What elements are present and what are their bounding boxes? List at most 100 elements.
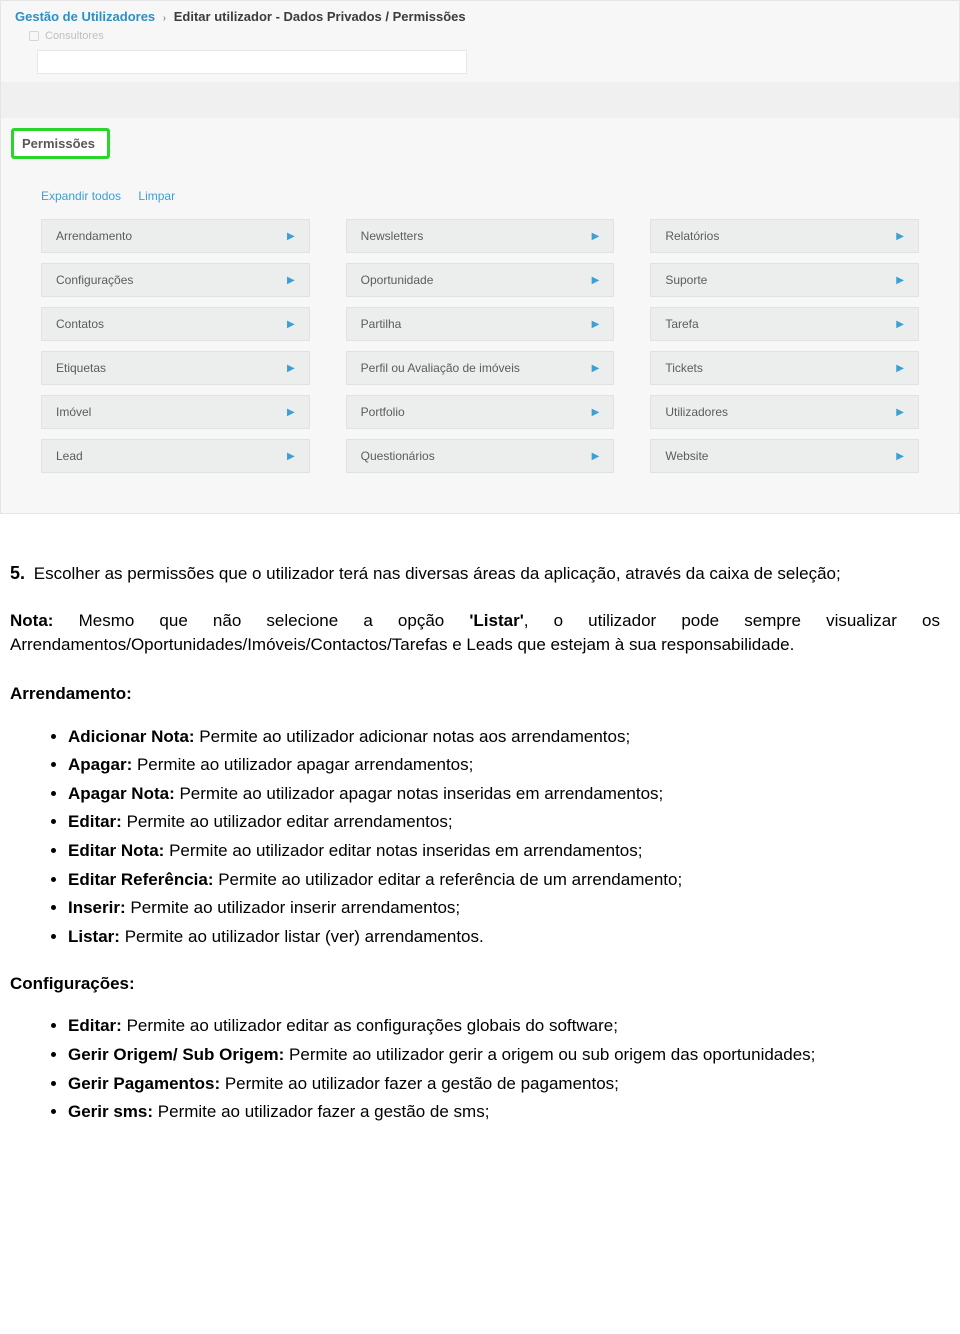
perm-item-arrendamento[interactable]: Arrendamento ▶ [41,219,310,253]
perm-item-configuracoes[interactable]: Configurações ▶ [41,263,310,297]
perm-item-contatos[interactable]: Contatos ▶ [41,307,310,341]
step-5: 5. Escolher as permissões que o utilizad… [10,560,940,587]
item-text: Permite ao utilizador editar a referênci… [214,870,683,889]
clear-link[interactable]: Limpar [138,189,175,203]
chevron-right-icon: ▶ [287,231,295,242]
perm-label: Oportunidade [361,273,434,287]
item-text: Permite ao utilizador editar arrendament… [122,812,453,831]
list-item: Editar Nota: Permite ao utilizador edita… [68,839,940,864]
item-text: Permite ao utilizador editar notas inser… [164,841,642,860]
perm-item-tarefa[interactable]: Tarefa ▶ [650,307,919,341]
perm-item-tickets[interactable]: Tickets ▶ [650,351,919,385]
perm-label: Partilha [361,317,402,331]
expand-all-link[interactable]: Expandir todos [41,189,121,203]
note-before: Mesmo que não selecione a opção [53,611,469,630]
note: Nota: Mesmo que não selecione a opção 'L… [10,609,940,658]
item-bold: Editar: [68,1016,122,1035]
item-bold: Editar Referência: [68,870,214,889]
breadcrumb-current: Editar utilizador - Dados Privados / Per… [174,9,466,24]
chevron-right-icon: ▶ [592,363,600,374]
perm-item-etiquetas[interactable]: Etiquetas ▶ [41,351,310,385]
item-text: Permite ao utilizador adicionar notas ao… [195,727,631,746]
list-item: Inserir: Permite ao utilizador inserir a… [68,896,940,921]
breadcrumb: Gestão de Utilizadores › Editar utilizad… [1,1,959,30]
list-item: Adicionar Nota: Permite ao utilizador ad… [68,725,940,750]
perm-label: Arrendamento [56,229,132,243]
perm-label: Website [665,449,708,463]
document-body: 5. Escolher as permissões que o utilizad… [0,514,960,1149]
item-text: Permite ao utilizador apagar notas inser… [175,784,664,803]
chevron-right-icon: ▶ [896,319,904,330]
perm-label: Etiquetas [56,361,106,375]
perm-label: Perfil ou Avaliação de imóveis [361,361,520,375]
chevron-right-icon: ▶ [896,451,904,462]
perm-item-lead[interactable]: Lead ▶ [41,439,310,473]
item-bold: Inserir: [68,898,126,917]
permissions-grid: Arrendamento ▶ Newsletters ▶ Relatórios … [1,213,959,473]
chevron-right-icon: ▶ [287,407,295,418]
item-text: Permite ao utilizador gerir a origem ou … [284,1045,815,1064]
step-text: Escolher as permissões que o utilizador … [29,564,841,583]
list-item: Editar: Permite ao utilizador editar as … [68,1014,940,1039]
note-quoted: 'Listar' [469,611,523,630]
perm-item-relatorios[interactable]: Relatórios ▶ [650,219,919,253]
section-configuracoes-list: Editar: Permite ao utilizador editar as … [10,1014,940,1125]
item-text: Permite ao utilizador editar as configur… [122,1016,618,1035]
perm-item-website[interactable]: Website ▶ [650,439,919,473]
spacer [1,82,959,118]
list-item: Editar Referência: Permite ao utilizador… [68,868,940,893]
item-text: Permite ao utilizador listar (ver) arren… [120,927,484,946]
chevron-right-icon: ▶ [896,275,904,286]
chevron-right-icon: ▶ [896,407,904,418]
list-item: Editar: Permite ao utilizador editar arr… [68,810,940,835]
chevron-right-icon: ▶ [287,363,295,374]
chevron-right-icon: ▶ [592,231,600,242]
perm-label: Lead [56,449,83,463]
item-bold: Editar: [68,812,122,831]
perm-item-suporte[interactable]: Suporte ▶ [650,263,919,297]
app-panel: Gestão de Utilizadores › Editar utilizad… [0,0,960,514]
list-item: Listar: Permite ao utilizador listar (ve… [68,925,940,950]
perm-item-perfil-avaliacao[interactable]: Perfil ou Avaliação de imóveis ▶ [346,351,615,385]
list-item: Gerir sms: Permite ao utilizador fazer a… [68,1100,940,1125]
perm-label: Contatos [56,317,104,331]
ghost-input [37,50,467,74]
perm-item-oportunidade[interactable]: Oportunidade ▶ [346,263,615,297]
breadcrumb-link[interactable]: Gestão de Utilizadores [15,9,155,24]
section-arrendamento-list: Adicionar Nota: Permite ao utilizador ad… [10,725,940,950]
item-bold: Gerir Origem/ Sub Origem: [68,1045,284,1064]
item-bold: Apagar Nota: [68,784,175,803]
chevron-right-icon: ▶ [592,407,600,418]
item-text: Permite ao utilizador apagar arrendament… [132,755,473,774]
subline-text: Consultores [45,30,104,42]
item-bold: Adicionar Nota: [68,727,195,746]
perm-label: Newsletters [361,229,424,243]
breadcrumb-separator: › [159,13,170,24]
perm-item-partilha[interactable]: Partilha ▶ [346,307,615,341]
perm-label: Tarefa [665,317,698,331]
chevron-right-icon: ▶ [896,231,904,242]
chevron-right-icon: ▶ [592,319,600,330]
chevron-right-icon: ▶ [287,451,295,462]
perm-item-utilizadores[interactable]: Utilizadores ▶ [650,395,919,429]
perm-label: Portfolio [361,405,405,419]
item-text: Permite ao utilizador fazer a gestão de … [153,1102,489,1121]
list-item: Gerir Origem/ Sub Origem: Permite ao uti… [68,1043,940,1068]
chevron-right-icon: ▶ [592,275,600,286]
chevron-right-icon: ▶ [592,451,600,462]
item-bold: Listar: [68,927,120,946]
perm-item-newsletters[interactable]: Newsletters ▶ [346,219,615,253]
list-item: Apagar: Permite ao utilizador apagar arr… [68,753,940,778]
item-text: Permite ao utilizador inserir arrendamen… [126,898,460,917]
item-bold: Apagar: [68,755,132,774]
perm-label: Utilizadores [665,405,728,419]
tab-permissoes[interactable]: Permissões [11,128,110,159]
checkbox-ghost-icon [29,31,39,41]
actions-row: Expandir todos Limpar [1,159,959,213]
perm-label: Suporte [665,273,707,287]
perm-item-portfolio[interactable]: Portfolio ▶ [346,395,615,429]
perm-item-imovel[interactable]: Imóvel ▶ [41,395,310,429]
note-label: Nota: [10,611,53,630]
perm-item-questionarios[interactable]: Questionários ▶ [346,439,615,473]
perm-label: Questionários [361,449,435,463]
